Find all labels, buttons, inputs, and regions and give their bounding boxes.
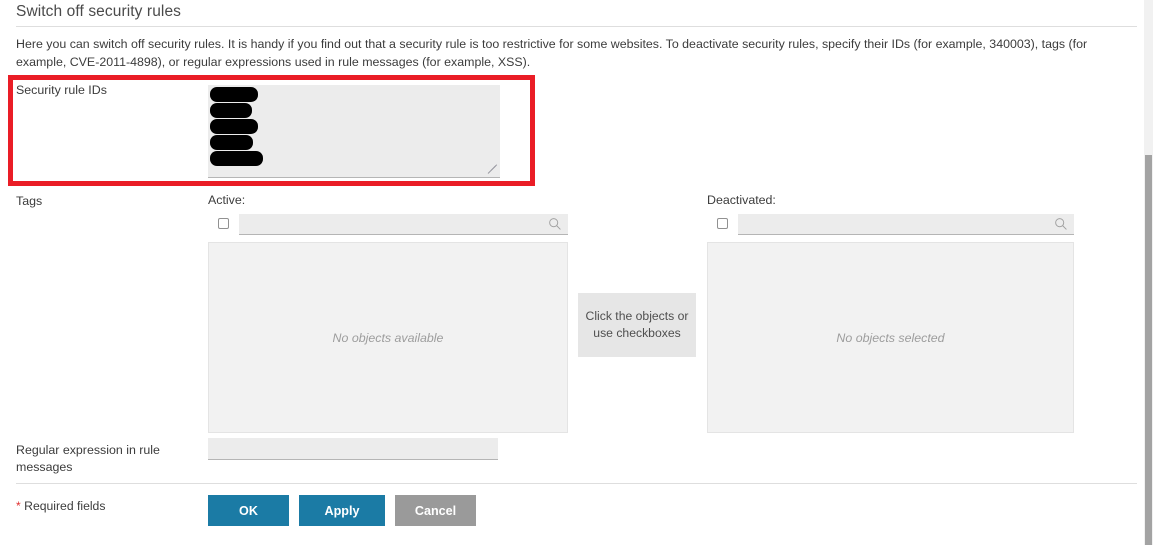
- switch-off-security-rules-page: Switch off security rules Here you can s…: [0, 0, 1153, 545]
- redacted-line: [210, 119, 258, 134]
- redacted-line: [210, 135, 253, 150]
- resize-grip-icon[interactable]: [487, 164, 498, 174]
- security-rule-ids-textarea[interactable]: [208, 85, 500, 178]
- required-fields-note: * Required fields: [16, 499, 105, 513]
- cancel-button[interactable]: Cancel: [395, 495, 476, 526]
- active-search-row: [208, 214, 568, 236]
- page-scrollbar-thumb[interactable]: [1145, 155, 1152, 545]
- security-rule-ids-label: Security rule IDs: [16, 83, 107, 97]
- tags-label: Tags: [16, 194, 43, 208]
- transfer-hint-box: Click the objects or use checkboxes: [578, 293, 696, 357]
- redacted-content: [208, 87, 500, 167]
- active-column-header: Active:: [208, 193, 246, 207]
- deactivated-column-header: Deactivated:: [707, 193, 776, 207]
- deactivated-empty-message: No objects selected: [836, 330, 945, 345]
- apply-button[interactable]: Apply: [299, 495, 385, 526]
- redacted-line: [210, 103, 252, 118]
- active-select-all-checkbox[interactable]: [218, 218, 229, 229]
- active-objects-panel[interactable]: No objects available: [208, 242, 568, 433]
- page-title: Switch off security rules: [16, 3, 182, 20]
- page-header: Switch off security rules: [16, 2, 1137, 27]
- transfer-hint-text: Click the objects or use checkboxes: [585, 309, 689, 340]
- redacted-line: [210, 87, 258, 102]
- active-search-input[interactable]: [239, 214, 568, 235]
- page-description: Here you can switch off security rules. …: [16, 37, 1088, 69]
- deactivated-objects-panel[interactable]: No objects selected: [707, 242, 1074, 433]
- redacted-line: [210, 151, 263, 166]
- page-scrollbar-track[interactable]: [1144, 0, 1153, 545]
- regex-label: Regular expression in rule messages: [16, 443, 160, 474]
- regex-input[interactable]: [208, 438, 498, 460]
- search-icon: [1055, 218, 1067, 230]
- deactivated-search-row: [707, 214, 1074, 236]
- search-icon: [549, 218, 561, 230]
- active-empty-message: No objects available: [332, 330, 444, 345]
- footer-divider: [16, 483, 1137, 484]
- deactivated-search-input[interactable]: [738, 214, 1074, 235]
- required-fields-text: Required fields: [20, 499, 106, 513]
- ok-button[interactable]: OK: [208, 495, 289, 526]
- title-divider: [16, 26, 1137, 27]
- deactivated-select-all-checkbox[interactable]: [717, 218, 728, 229]
